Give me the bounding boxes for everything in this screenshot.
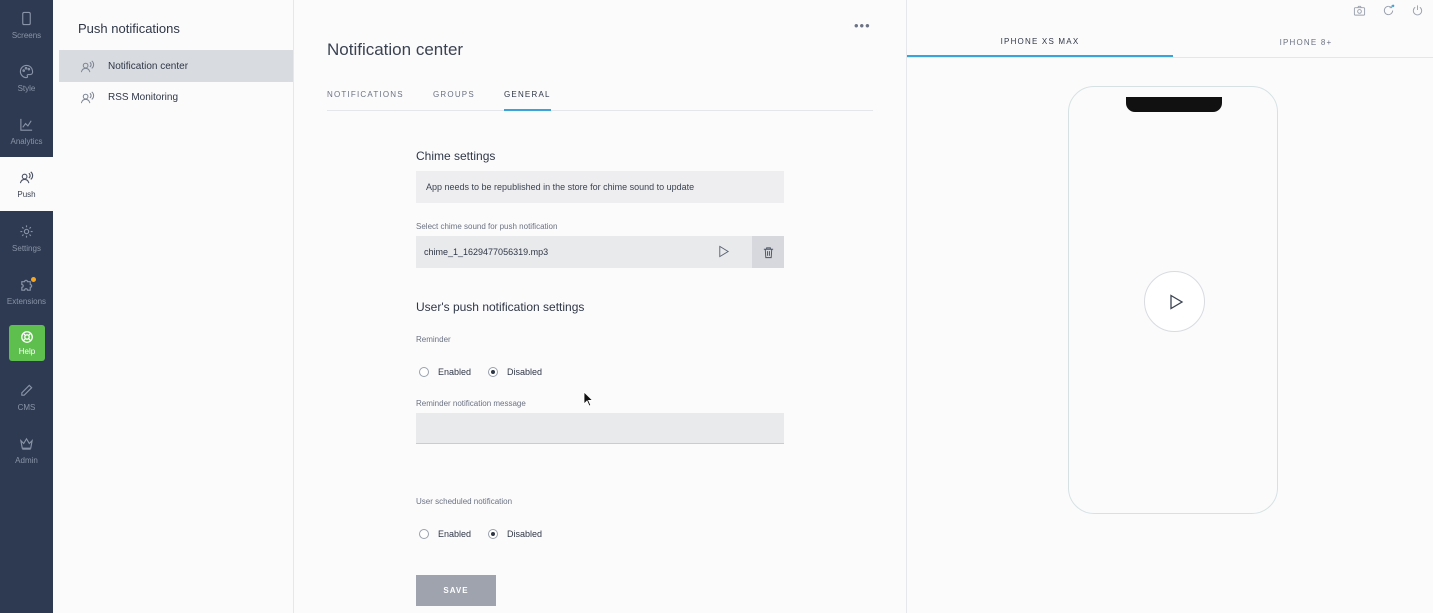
rail-item-label: CMS [17,402,36,412]
play-icon [1170,293,1184,310]
tab-general[interactable]: GENERAL [504,90,551,111]
radio-circle [419,367,429,377]
tab-groups[interactable]: GROUPS [433,90,475,109]
sidebar-title: Push notifications [78,21,180,36]
radio-circle [488,529,499,539]
radio-label: Enabled [438,367,472,377]
rail-item-analytics[interactable]: Analytics [0,106,53,156]
rail-item-label: Settings [12,243,41,253]
chime-settings-title: Chime settings [416,149,496,163]
rail-item-push[interactable]: Push [0,157,53,211]
palette-icon [19,64,34,78]
reminder-label: Reminder [416,335,451,344]
user-settings-title: User's push notification settings [416,300,585,314]
preview-play-button[interactable] [1144,271,1205,332]
reminder-disabled-radio[interactable]: Disabled [488,367,542,377]
rail-item-screens[interactable]: Screens [0,0,53,50]
device-preview-pane: IPHONE XS MAX IPHONE 8+ [906,0,1433,613]
more-options-button[interactable]: ••• [854,18,871,33]
chime-info-box: App needs to be republished in the store… [416,171,784,203]
phone-frame [1068,86,1278,514]
preview-toolbar [1353,4,1424,17]
main-rail: Screens Style Analytics Push Settings Ex… [0,0,53,613]
tab-bar: NOTIFICATIONS GROUPS GENERAL [327,80,873,111]
pencil-icon [21,384,33,396]
reminder-message-label: Reminder notification message [416,399,526,408]
chime-file-name: chime_1_1629477056319.mp3 [424,247,549,257]
power-icon[interactable] [1411,4,1424,17]
chime-select-label: Select chime sound for push notification [416,222,558,231]
radio-circle [488,367,499,377]
reminder-enabled-radio[interactable]: Enabled [419,367,471,377]
rail-item-label: Style [17,83,36,93]
sidebar-item-notification-center[interactable]: Notification center [59,50,293,82]
phone-notch [1126,97,1222,112]
rail-item-label: Help [18,347,36,356]
sidebar-item-rss-monitoring[interactable]: RSS Monitoring [59,81,293,113]
scheduled-disabled-radio[interactable]: Disabled [488,529,542,539]
device-tab-bar: IPHONE XS MAX IPHONE 8+ [907,28,1433,58]
rail-item-label: Admin [15,455,38,465]
push-icon [80,90,95,103]
radio-label: Disabled [507,367,543,377]
delete-chime-button[interactable] [752,236,784,268]
rail-item-settings[interactable]: Settings [0,213,53,263]
main-content: ••• Notification center NOTIFICATIONS GR… [294,0,906,613]
lifebuoy-icon [21,331,33,343]
chime-file-select[interactable]: chime_1_1629477056319.mp3 [416,236,752,268]
rail-item-admin[interactable]: Admin [0,425,53,475]
phone-icon [22,11,31,25]
chime-sound-row: chime_1_1629477056319.mp3 [416,236,784,268]
page-title: Notification center [327,40,464,59]
reminder-radio-group: Enabled Disabled [419,367,559,377]
rail-item-help[interactable]: Help [9,325,45,361]
camera-icon[interactable] [1353,4,1366,17]
sidebar-item-label: Notification center [108,60,189,72]
save-button[interactable]: SAVE [416,575,496,606]
trash-icon [763,246,773,258]
play-icon[interactable] [717,245,730,258]
rail-item-cms[interactable]: CMS [0,372,53,422]
push-icon [80,59,95,72]
push-icon [19,170,34,183]
rail-item-label: Push [17,189,36,199]
crown-icon [19,437,34,450]
rail-item-label: Screens [11,30,42,40]
rail-item-label: Extensions [6,296,47,306]
rail-item-style[interactable]: Style [0,53,53,103]
radio-label: Enabled [438,529,472,539]
rail-item-extensions[interactable]: Extensions [0,266,53,316]
scheduled-radio-group: Enabled Disabled [419,529,559,539]
radio-circle [419,529,429,539]
tab-iphone-xs-max[interactable]: IPHONE XS MAX [907,28,1173,57]
tab-notifications[interactable]: NOTIFICATIONS [327,90,404,109]
gear-icon [20,224,33,238]
tab-iphone-8-plus[interactable]: IPHONE 8+ [1173,28,1433,57]
scheduled-notification-label: User scheduled notification [416,497,513,506]
rail-item-label: Analytics [10,136,43,146]
notification-badge [31,277,36,282]
scheduled-enabled-radio[interactable]: Enabled [419,529,471,539]
mouse-cursor-icon [583,391,593,407]
refresh-icon[interactable] [1382,4,1395,17]
chart-line-icon [20,118,33,131]
reminder-message-input[interactable] [416,413,784,444]
radio-label: Disabled [507,529,543,539]
sidebar-item-label: RSS Monitoring [108,91,179,103]
push-sidebar: Push notifications Notification center R… [53,0,294,613]
